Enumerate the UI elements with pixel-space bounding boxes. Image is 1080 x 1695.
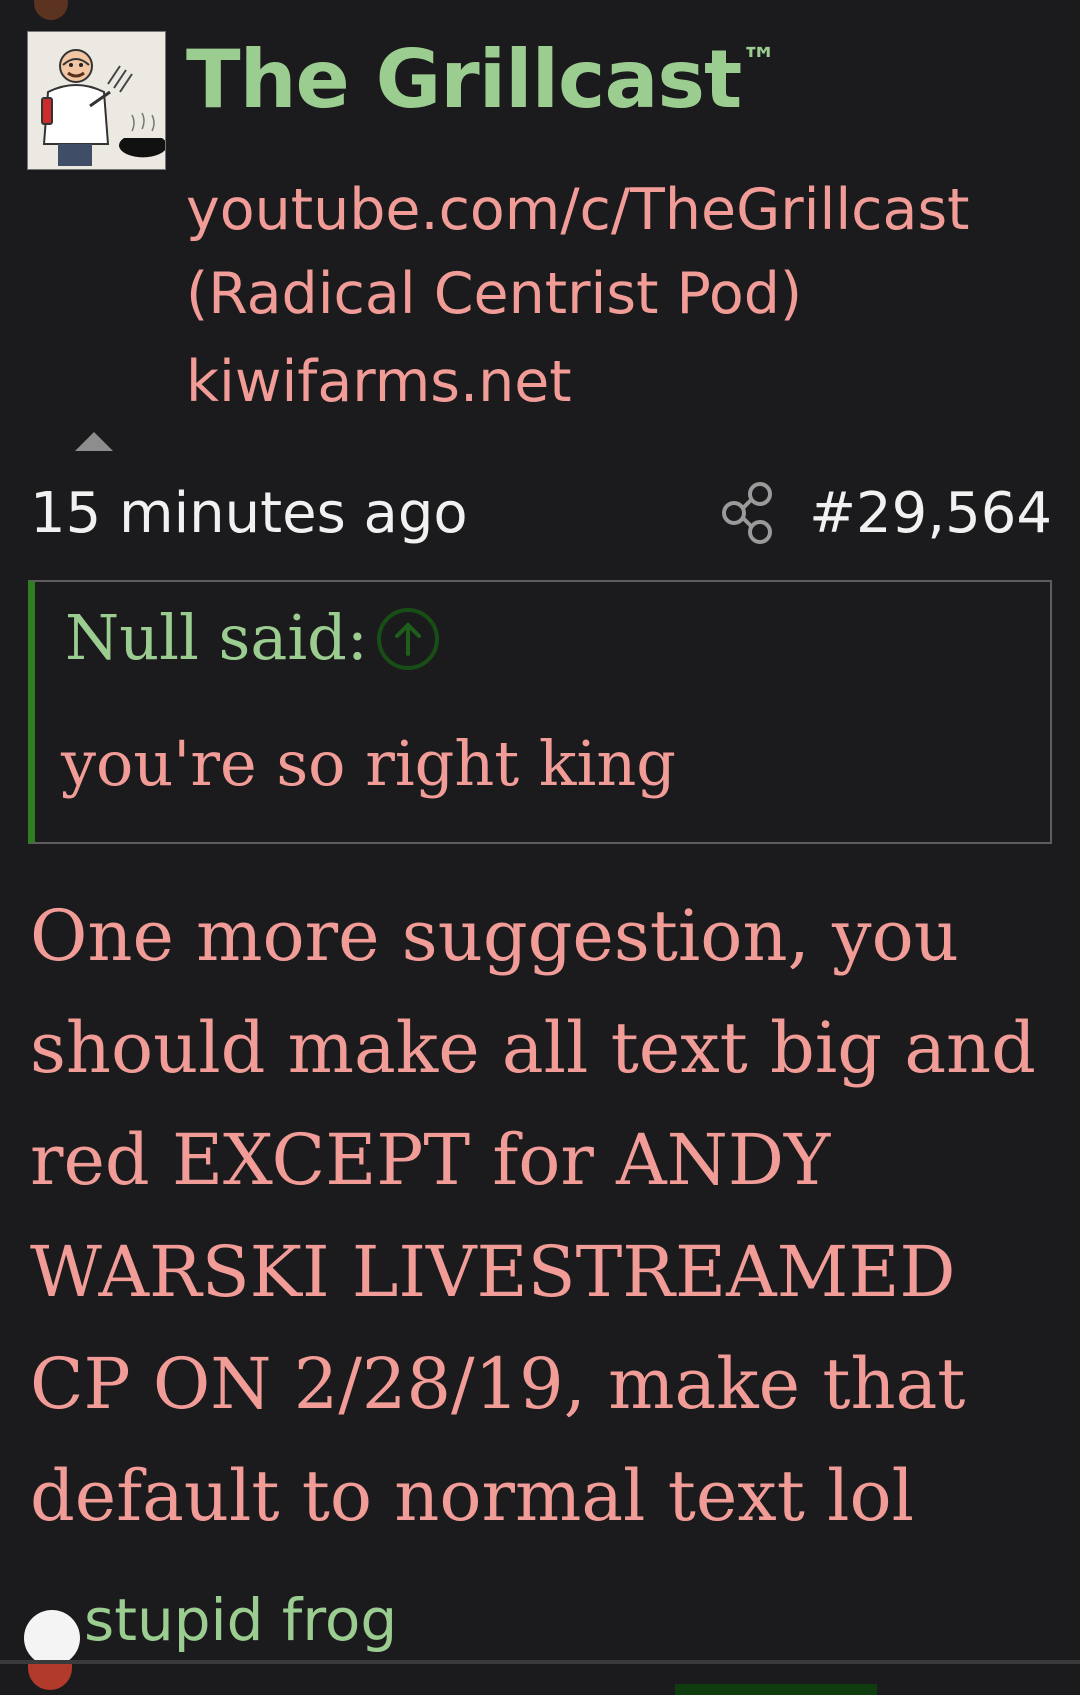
trademark-mark: ™ bbox=[741, 41, 777, 83]
footer-divider bbox=[0, 1660, 1080, 1664]
user-avatar[interactable] bbox=[27, 31, 166, 170]
up-arrow-icon bbox=[395, 622, 421, 656]
username-text[interactable]: The Grillcast bbox=[186, 33, 742, 126]
post-time[interactable]: 15 minutes ago bbox=[30, 484, 468, 544]
post-number-link[interactable]: #29,564 bbox=[809, 484, 1052, 544]
user-title: youtube.com/c/TheGrillcast (Radical Cent… bbox=[186, 177, 970, 327]
share-glyph-icon bbox=[722, 482, 772, 544]
bottom-user-avatar[interactable] bbox=[24, 1610, 80, 1666]
post-page: The Grillcast™ youtube.com/c/TheGrillcas… bbox=[0, 0, 1080, 1695]
signature-text: stupid frog bbox=[84, 1586, 398, 1654]
post-body: One more suggestion, you should make all… bbox=[30, 895, 1036, 1537]
username[interactable]: The Grillcast™ bbox=[186, 40, 777, 120]
bottom-avatar-decoration-icon bbox=[28, 1660, 72, 1690]
partial-avatar-icon bbox=[34, 0, 68, 20]
collapse-caret-icon[interactable] bbox=[75, 432, 113, 451]
quote-author[interactable]: Null said: bbox=[65, 602, 368, 674]
user-site: kiwifarms.net bbox=[186, 349, 572, 415]
footer-action-bar[interactable] bbox=[675, 1684, 877, 1695]
grill-man-avatar-icon bbox=[28, 32, 165, 169]
jump-to-quote-icon[interactable] bbox=[377, 608, 439, 670]
quote-text: you're so right king bbox=[61, 727, 676, 800]
share-icon[interactable] bbox=[720, 482, 776, 544]
quote-block: Null said: you're so right king bbox=[28, 580, 1052, 844]
